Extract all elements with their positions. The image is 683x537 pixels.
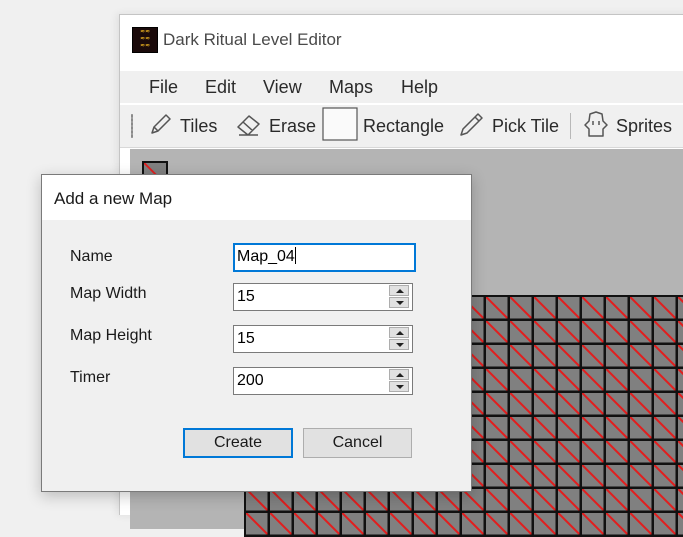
rectangle-tool-button[interactable]: Rectangle [322,106,445,141]
timer-increment-button[interactable] [389,369,409,380]
menu-bar: File Edit View Maps Help [120,71,683,103]
map-height-increment-button[interactable] [389,327,409,338]
map-width-label: Map Width [70,285,147,302]
dark-ritual-logo-icon: ≈≈ ≈≈ ≈≈ [132,27,158,53]
timer-value: 200 [237,372,264,389]
menu-help[interactable]: Help [399,77,440,98]
window-title: Dark Ritual Level Editor [163,30,342,49]
name-label: Name [70,248,113,265]
rectangle-tool-label: Rectangle [363,115,445,136]
map-height-decrement-button[interactable] [389,339,409,350]
name-input[interactable]: Map_04 [233,243,416,272]
timer-label: Timer [70,369,111,386]
toolbar-separator [570,113,571,139]
map-width-decrement-button[interactable] [389,297,409,308]
cancel-button[interactable]: Cancel [303,428,412,458]
map-width-stepper[interactable]: 15 [233,283,413,311]
eyedropper-icon [457,110,487,143]
map-width-value: 15 [237,288,255,305]
text-caret [294,247,296,264]
sprites-tool-label: Sprites [616,115,673,136]
map-width-increment-button[interactable] [389,285,409,296]
name-input-value: Map_04 [237,248,295,265]
dialog-title: Add a new Map [54,189,173,208]
arrow-down-icon [396,301,404,305]
toolbar: Tiles Erase Rectangle Pick Tile Sprites [120,105,683,148]
tiles-tool-button[interactable]: Tiles [147,111,217,141]
sprite-icon [581,109,611,144]
rectangle-icon [322,106,358,146]
arrow-up-icon [396,331,404,335]
menu-view[interactable]: View [261,77,304,98]
timer-stepper[interactable]: 200 [233,367,413,395]
menu-maps[interactable]: Maps [327,77,375,98]
map-height-value: 15 [237,330,255,347]
dialog-title-bar[interactable]: Add a new Map [42,175,471,220]
create-button[interactable]: Create [183,428,293,458]
arrow-down-icon [396,385,404,389]
pencil-icon [147,110,175,143]
pick-tile-tool-label: Pick Tile [492,115,560,136]
timer-decrement-button[interactable] [389,381,409,392]
pick-tile-tool-button[interactable]: Pick Tile [457,111,559,141]
arrow-up-icon [396,289,404,293]
menu-file[interactable]: File [147,77,180,98]
map-height-stepper[interactable]: 15 [233,325,413,353]
add-map-dialog: Add a new Map Name Map_04 Map Width 15 M… [41,174,472,492]
eraser-icon [234,110,264,143]
title-bar[interactable]: ≈≈ ≈≈ ≈≈ Dark Ritual Level Editor [120,15,683,61]
erase-tool-button[interactable]: Erase [234,111,316,141]
tiles-tool-label: Tiles [180,115,218,136]
arrow-up-icon [396,373,404,377]
map-height-label: Map Height [70,327,152,344]
toolbar-grip[interactable] [131,114,133,138]
sprites-tool-button[interactable]: Sprites [581,109,673,144]
menu-edit[interactable]: Edit [203,77,238,98]
arrow-down-icon [396,343,404,347]
erase-tool-label: Erase [269,115,317,136]
